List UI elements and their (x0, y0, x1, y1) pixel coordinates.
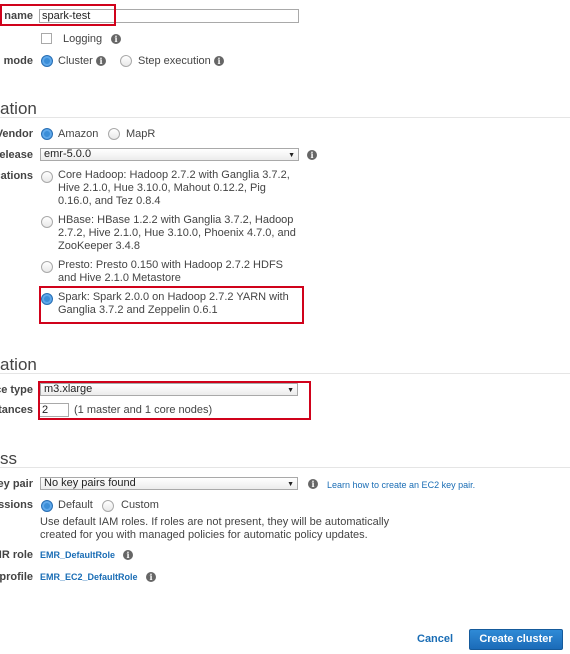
highlight-hardware (38, 381, 311, 420)
amazon-label: Amazon (58, 128, 99, 140)
info-icon[interactable]: i (96, 56, 106, 66)
info-icon[interactable]: i (111, 34, 121, 44)
key-pair-select[interactable]: No key pairs found ▼ (40, 477, 298, 490)
chevron-down-icon: ▼ (288, 152, 295, 159)
release-value: emr-5.0.0 (44, 148, 92, 160)
custom-permissions-label: Custom (121, 499, 159, 511)
hardware-section-title: ation (0, 355, 37, 374)
presto-radio[interactable] (41, 261, 53, 273)
instance-type-label: ce type (0, 384, 33, 396)
mapr-radio[interactable] (108, 128, 120, 140)
security-section-title: ss (0, 449, 17, 468)
vendor-label: Vendor (0, 128, 33, 140)
divider (0, 117, 570, 118)
presto-label: Presto: Presto 0.150 with Hadoop 2.7.2 H… (58, 259, 284, 284)
applications-label: cations (0, 170, 33, 182)
instance-profile-label: profile (0, 571, 33, 583)
info-icon[interactable]: i (146, 572, 156, 582)
step-execution-radio[interactable] (120, 55, 132, 67)
info-icon[interactable]: i (214, 56, 224, 66)
cluster-mode-label: Cluster (58, 55, 93, 67)
instance-profile-link[interactable]: EMR_EC2_DefaultRole (40, 572, 138, 582)
highlight-name (0, 4, 116, 26)
step-execution-label: Step execution (138, 55, 211, 67)
custom-permissions-radio[interactable] (102, 500, 114, 512)
hbase-label: HBase: HBase 1.2.2 with Ganglia 3.7.2, H… (58, 214, 296, 252)
release-select[interactable]: emr-5.0.0 ▼ (40, 148, 299, 161)
cluster-radio[interactable] (41, 55, 53, 67)
amazon-radio[interactable] (41, 128, 53, 140)
create-cluster-button[interactable]: Create cluster (469, 629, 563, 650)
logging-checkbox[interactable] (41, 33, 52, 44)
info-icon[interactable]: i (307, 150, 317, 160)
software-section-title: ation (0, 99, 37, 118)
core-hadoop-label: Core Hadoop: Hadoop 2.7.2 with Ganglia 3… (58, 169, 290, 207)
default-permissions-radio[interactable] (41, 500, 53, 512)
create-key-pair-link[interactable]: Learn how to create an EC2 key pair. (327, 480, 475, 490)
core-hadoop-radio[interactable] (41, 171, 53, 183)
logging-label: Logging (63, 33, 103, 45)
info-icon[interactable]: i (308, 479, 318, 489)
release-label: elease (0, 149, 33, 161)
divider (0, 467, 570, 468)
permissions-label: ssions (0, 499, 33, 511)
permissions-note: Use default IAM roles. If roles are not … (40, 516, 390, 541)
key-pair-label: ey pair (0, 478, 33, 490)
launch-mode-label: n mode (0, 55, 33, 67)
info-icon[interactable]: i (123, 550, 133, 560)
default-permissions-label: Default (58, 499, 93, 511)
key-pair-value: No key pairs found (44, 477, 136, 489)
hbase-radio[interactable] (41, 216, 53, 228)
instances-label: tances (0, 404, 33, 416)
divider (0, 373, 570, 374)
mapr-label: MapR (126, 128, 156, 140)
chevron-down-icon: ▼ (287, 481, 294, 488)
cancel-button[interactable]: Cancel (417, 633, 453, 645)
highlight-spark (39, 286, 304, 324)
emr-role-label: MR role (0, 549, 33, 561)
emr-role-link[interactable]: EMR_DefaultRole (40, 550, 115, 560)
